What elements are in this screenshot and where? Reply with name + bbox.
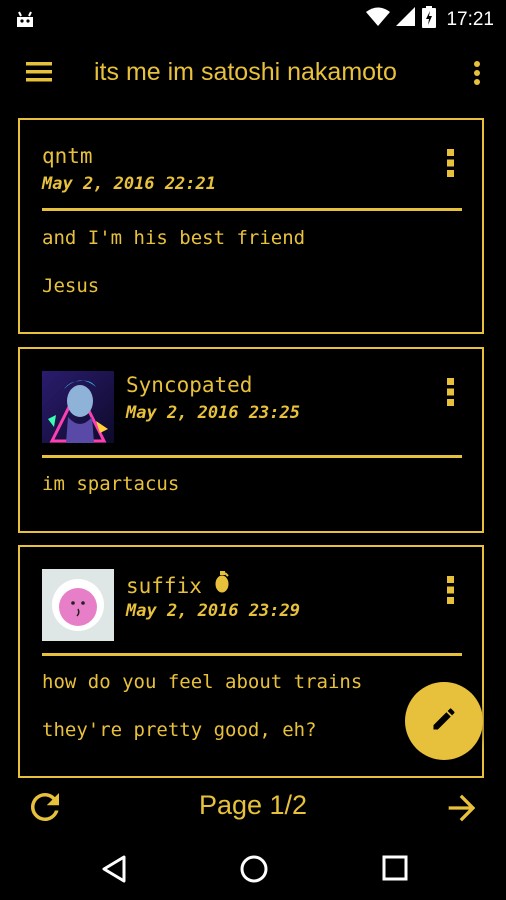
status-bar: 17:21: [0, 0, 506, 36]
avatar[interactable]: [42, 569, 114, 641]
post-card: Syncopated May 2, 2016 23:25 im spartacu…: [18, 347, 484, 533]
pencil-icon: [430, 705, 458, 738]
post-date: May 2, 2016 22:21: [42, 174, 216, 194]
post-text-line: they're pretty good, eh?: [42, 719, 317, 741]
post-author[interactable]: suffix: [126, 571, 229, 598]
pagination-bar: Page 1/2: [0, 778, 506, 838]
post-date: May 2, 2016 23:25: [126, 403, 300, 423]
post-text-line: im spartacus: [42, 473, 180, 495]
status-time: 17:21: [446, 8, 494, 30]
back-icon[interactable]: [100, 854, 128, 889]
post-author-name: suffix: [126, 574, 202, 598]
grenade-icon: [215, 571, 229, 598]
menu-icon[interactable]: [24, 60, 54, 89]
post-text-line: and I'm his best friend: [42, 227, 306, 249]
post-author[interactable]: Syncopated: [126, 373, 252, 397]
post-date: May 2, 2016 23:29: [126, 601, 300, 621]
post-author[interactable]: qntm: [42, 144, 93, 168]
post-text-line: Jesus: [42, 275, 100, 297]
avatar[interactable]: [42, 371, 114, 443]
post-options-icon[interactable]: [446, 377, 456, 411]
signal-icon: [396, 7, 416, 32]
overflow-menu-icon[interactable]: [472, 60, 482, 91]
wifi-icon: [366, 7, 391, 32]
post-options-icon[interactable]: [446, 575, 456, 609]
battery-icon: [422, 6, 437, 33]
page-indicator: Page 1/2: [198, 790, 308, 820]
system-nav-bar: [0, 838, 506, 900]
post-text-line: how do you feel about trains: [42, 671, 363, 693]
page-title: its me im satoshi nakamoto: [94, 58, 397, 86]
post-options-icon[interactable]: [446, 148, 456, 182]
post-divider: [42, 653, 462, 656]
compose-button[interactable]: [405, 682, 483, 760]
recents-icon[interactable]: [381, 854, 409, 887]
android-icon: [14, 8, 36, 33]
home-icon[interactable]: [239, 854, 269, 889]
post-divider: [42, 208, 462, 211]
post-card: qntm May 2, 2016 22:21 and I'm his best …: [18, 118, 484, 334]
app-bar: its me im satoshi nakamoto: [0, 36, 506, 114]
arrow-right-icon[interactable]: [442, 788, 482, 833]
post-divider: [42, 455, 462, 458]
